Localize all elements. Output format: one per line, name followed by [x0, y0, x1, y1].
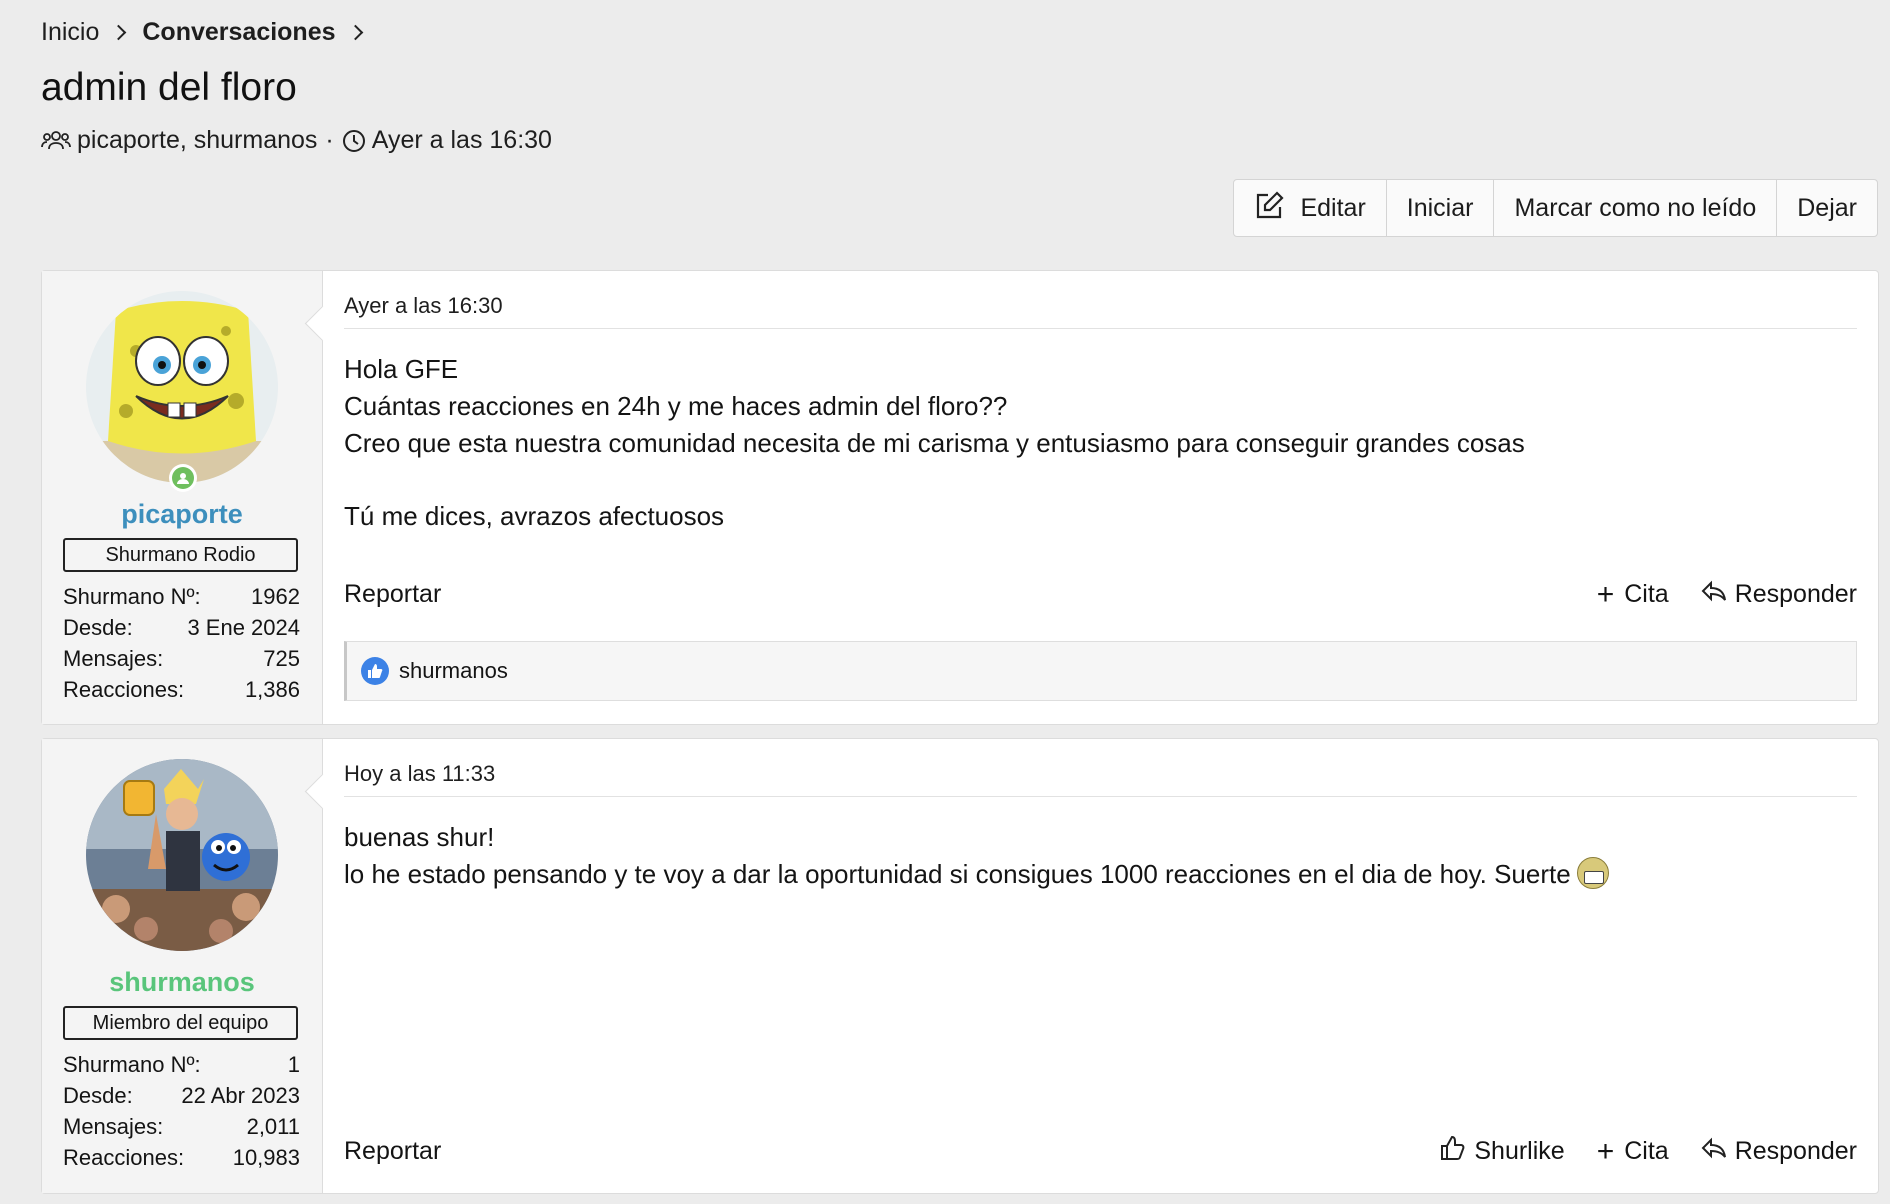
reply-icon [1701, 579, 1735, 610]
stat-label: Mensajes: [63, 646, 164, 671]
breadcrumb: Inicio Conversaciones [41, 18, 379, 47]
stat-label: Mensajes: [63, 1114, 164, 1139]
message-body: Hola GFE Cuántas reacciones en 24h y me … [344, 351, 1525, 535]
stat-label: Reacciones: [63, 677, 185, 702]
stat-row: Mensajes: 725 [63, 643, 300, 674]
stat-value: 3 Ene 2024 [187, 615, 300, 640]
stat-label: Reacciones: [63, 1145, 185, 1170]
reply-icon [1701, 1136, 1735, 1167]
stat-value: 1,386 [244, 677, 300, 702]
message-actions: Reportar Shurlike + Cita Responder [344, 1135, 1857, 1168]
thread-meta: picaporte, shurmanos · Ayer a las 16:30 [41, 126, 552, 155]
stat-value: 22 Abr 2023 [181, 1083, 300, 1108]
message-user-info: picaporte Shurmano Rodio Shurmano Nº: 196… [42, 271, 323, 724]
divider [344, 328, 1857, 329]
stat-value: 1 [287, 1052, 300, 1077]
avatar[interactable] [86, 759, 278, 951]
plus-icon: + [1596, 1134, 1615, 1168]
message-line-with-emoji: lo he estado pensando y te voy a dar la … [344, 856, 1609, 893]
stat-value: 725 [263, 646, 300, 671]
report-link[interactable]: Reportar [344, 1137, 441, 1165]
reply-label: Responder [1734, 1137, 1857, 1165]
user-stats: Shurmano Nº: 1 Desde: 22 Abr 2023 Mensajes… [63, 1049, 300, 1173]
leave-button[interactable]: Dejar [1776, 180, 1877, 236]
edit-button[interactable]: Editar [1234, 180, 1385, 236]
stat-row: Shurmano Nº: 1962 [63, 581, 300, 612]
participants-list: picaporte, shurmanos [77, 126, 318, 154]
divider [344, 796, 1857, 797]
stat-label: Desde: [63, 1083, 133, 1108]
thread-time: Ayer a las 16:30 [371, 126, 552, 154]
plus-icon: + [1596, 577, 1615, 611]
clock-icon [342, 129, 366, 153]
mark-unread-button[interactable]: Marcar como no leído [1493, 180, 1776, 236]
username-link[interactable]: picaporte [42, 499, 322, 530]
message-content: Ayer a las 16:30 Hola GFE Cuántas reacci… [304, 271, 1878, 724]
edit-label: Editar [1300, 193, 1366, 222]
user-stats: Shurmano Nº: 1962 Desde: 3 Ene 2024 Mensaj… [63, 581, 300, 705]
message-user-info: shurmanos Miembro del equipo Shurmano Nº… [42, 739, 323, 1193]
message: shurmanos Miembro del equipo Shurmano Nº… [41, 738, 1879, 1194]
meta-separator: · [325, 126, 334, 154]
quote-label: Cita [1624, 580, 1669, 608]
stat-row: Desde: 22 Abr 2023 [63, 1080, 300, 1111]
stat-row: Shurmano Nº: 1 [63, 1049, 300, 1080]
report-link[interactable]: Reportar [344, 580, 441, 608]
thumbs-up-icon [361, 657, 389, 685]
username-link[interactable]: shurmanos [42, 967, 322, 998]
message-body: buenas shur! lo he estado pensando y te … [344, 819, 1609, 893]
message-line: Cuántas reacciones en 24h y me haces adm… [344, 391, 1008, 421]
thumbs-up-icon [1440, 1135, 1474, 1168]
like-label: Shurlike [1474, 1137, 1565, 1165]
stat-value: 2,011 [246, 1114, 300, 1139]
breadcrumb-home-link[interactable]: Inicio [41, 18, 99, 47]
reply-button[interactable]: Responder [1701, 1136, 1857, 1167]
page-title: admin del floro [41, 66, 297, 109]
edit-icon [1254, 190, 1300, 227]
stat-value: 1962 [251, 584, 300, 609]
message-line: lo he estado pensando y te voy a dar la … [344, 859, 1571, 889]
grimace-emoji-icon [1576, 857, 1609, 889]
stat-label: Shurmano Nº: [63, 584, 201, 609]
stat-row: Reacciones: 1,386 [63, 674, 300, 705]
reply-button[interactable]: Responder [1701, 579, 1857, 610]
quote-button[interactable]: + Cita [1596, 1134, 1669, 1168]
reply-label: Responder [1734, 580, 1857, 608]
chevron-right-icon [347, 24, 363, 41]
quote-button[interactable]: + Cita [1596, 577, 1669, 611]
reactions-bar[interactable]: shurmanos [344, 641, 1857, 701]
conversation-actions: Editar Iniciar Marcar como no leído Deja… [1233, 179, 1878, 237]
message-line: Tú me dices, avrazos afectuosos [344, 501, 725, 531]
message-line: Creo que esta nuestra comunidad necesita… [344, 428, 1525, 458]
user-title-badge: Shurmano Rodio [63, 538, 298, 572]
participants-icon [41, 129, 71, 153]
message-line: Hola GFE [344, 354, 459, 384]
stat-label: Shurmano Nº: [63, 1052, 201, 1077]
reacted-by[interactable]: shurmanos [399, 658, 508, 684]
message-content: Hoy a las 11:33 buenas shur! lo he estad… [304, 739, 1878, 1193]
message-date-link[interactable]: Ayer a las 16:30 [344, 293, 503, 319]
stat-row: Reacciones: 10,983 [63, 1142, 300, 1173]
message-date-link[interactable]: Hoy a las 11:33 [344, 761, 495, 787]
start-button[interactable]: Iniciar [1385, 180, 1494, 236]
stat-value: 10,983 [232, 1145, 300, 1170]
conversation-page: Inicio Conversaciones admin del floro pi… [0, 0, 1890, 1204]
like-button[interactable]: Shurlike [1440, 1135, 1565, 1168]
message-actions: Reportar + Cita Responder [344, 579, 1857, 610]
breadcrumb-conversations-link[interactable]: Conversaciones [142, 18, 335, 47]
chevron-right-icon [111, 24, 127, 41]
user-title-badge: Miembro del equipo [63, 1006, 298, 1040]
stat-label: Desde: [63, 615, 133, 640]
stat-row: Desde: 3 Ene 2024 [63, 612, 300, 643]
quote-label: Cita [1624, 1137, 1669, 1165]
message: picaporte Shurmano Rodio Shurmano Nº: 196… [41, 270, 1879, 725]
online-status-icon [169, 464, 197, 492]
stat-row: Mensajes: 2,011 [63, 1111, 300, 1142]
message-line: buenas shur! [344, 822, 495, 852]
avatar[interactable] [86, 291, 278, 483]
